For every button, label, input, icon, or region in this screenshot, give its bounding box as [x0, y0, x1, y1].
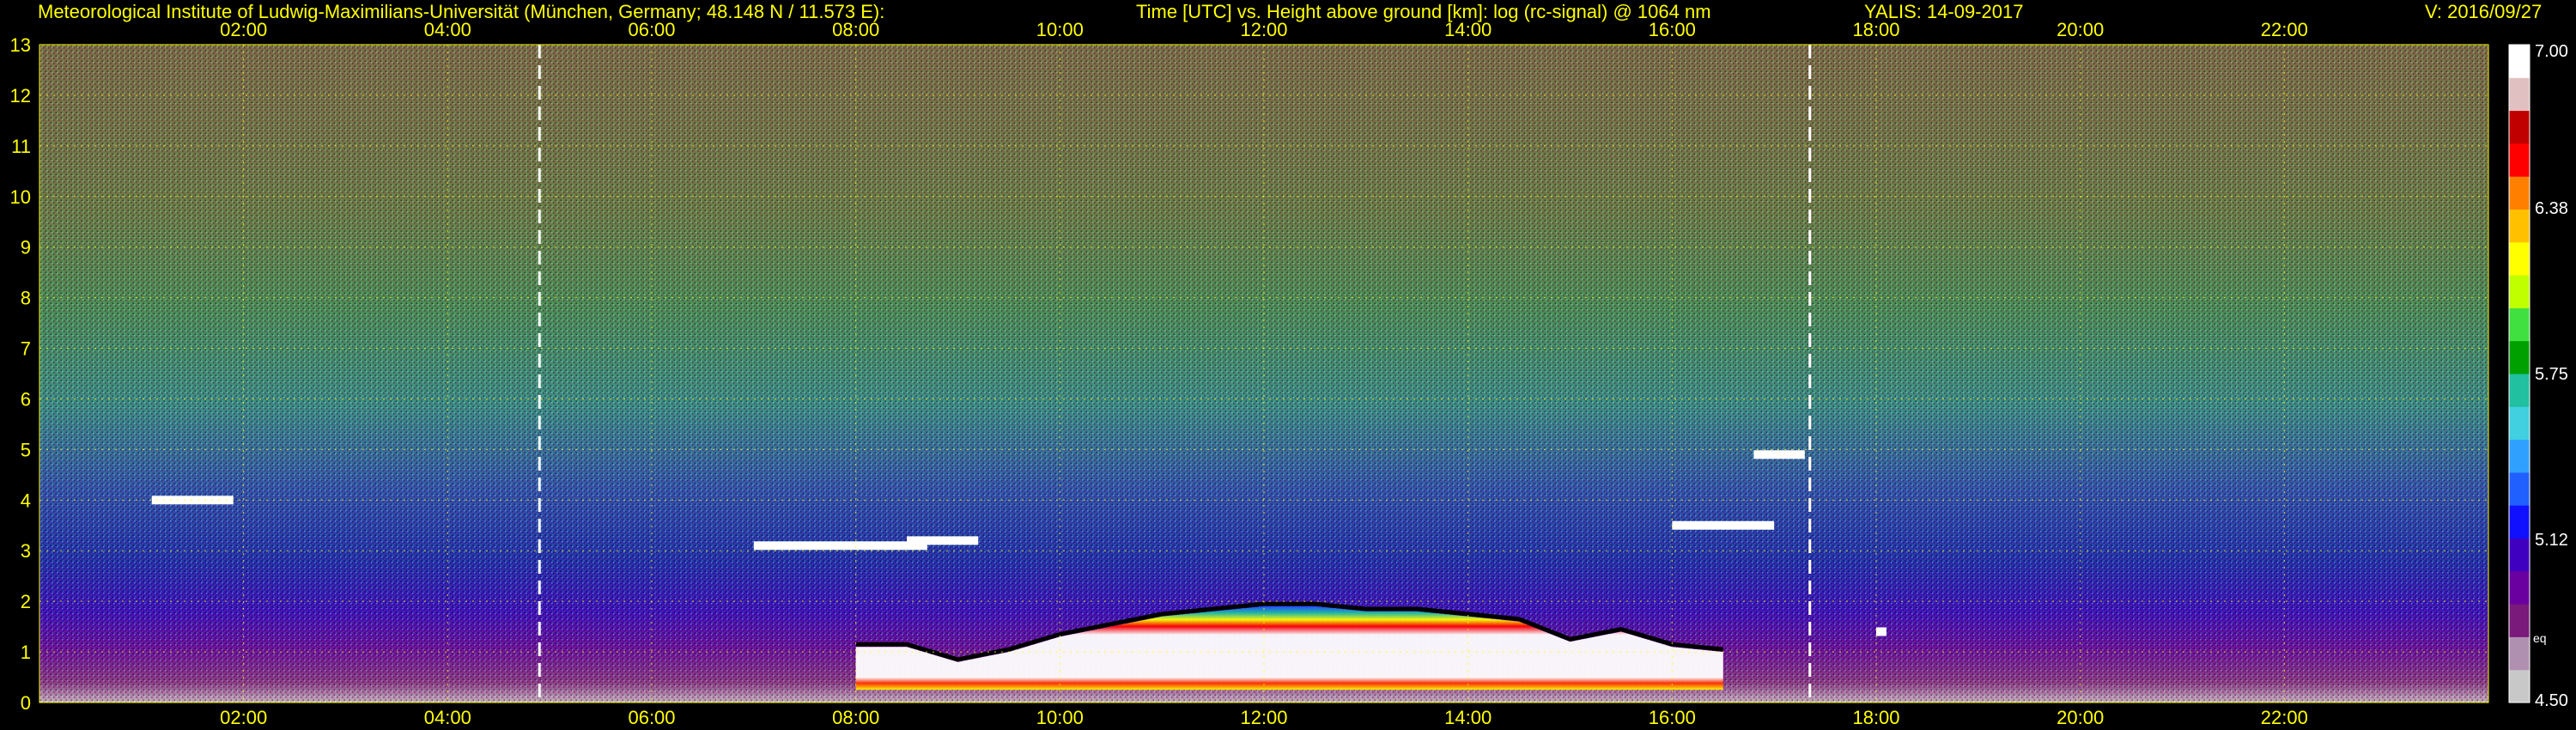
y-tick-label: 7 — [21, 338, 31, 360]
x-tick-label-top: 18:00 — [1852, 19, 1899, 40]
y-tick-label: 5 — [21, 439, 31, 460]
colorbar-segment — [2509, 406, 2530, 441]
colorbar-segment — [2509, 570, 2530, 605]
y-tick-label: 3 — [21, 540, 31, 562]
y-tick-label: 2 — [21, 591, 31, 612]
colorbar-segment — [2509, 77, 2530, 112]
x-tick-label-top: 10:00 — [1036, 19, 1084, 40]
x-tick-label-bottom: 18:00 — [1852, 707, 1899, 728]
y-tick-label: 6 — [21, 388, 31, 410]
x-tick-label-bottom: 12:00 — [1240, 707, 1287, 728]
lidar-heatmap-chart: 02:00 02:00 04:00 04:00 06:00 06:00 08:00 08:00… — [10, 19, 2568, 728]
x-tick-label-bottom: 06:00 — [628, 707, 675, 728]
x-tick-label-bottom: 02:00 — [220, 707, 267, 728]
colorbar-segment — [2509, 340, 2530, 374]
colorbar-segment — [2509, 209, 2530, 243]
colorbar-segment — [2509, 45, 2530, 78]
colorbar-tick-label: 6.38 — [2535, 199, 2568, 218]
colorbar-segment — [2509, 275, 2530, 308]
x-tick-label-bottom: 10:00 — [1036, 707, 1084, 728]
y-tick-label: 0 — [21, 692, 31, 714]
x-tick-label-top: 04:00 — [424, 19, 471, 40]
x-tick-label-top: 02:00 — [220, 19, 267, 40]
x-tick-label-top: 08:00 — [832, 19, 879, 40]
x-tick-label-top: 20:00 — [2057, 19, 2104, 40]
colorbar-segment — [2509, 241, 2530, 276]
y-tick-label: 9 — [21, 237, 31, 259]
y-tick-label: 4 — [21, 490, 31, 511]
colorbar-segment — [2509, 505, 2530, 538]
colorbar-segment — [2509, 307, 2530, 342]
colorbar-unit-label: eq — [2533, 631, 2547, 645]
x-tick-label-bottom: 04:00 — [424, 707, 471, 728]
x-tick-label-bottom: 14:00 — [1444, 707, 1492, 728]
cloud-layer — [907, 536, 979, 545]
colorbar-tick-label: 7.00 — [2535, 42, 2568, 61]
cloud-layer — [753, 541, 927, 551]
y-tick-label: 8 — [21, 288, 31, 309]
x-tick-label-top: 06:00 — [628, 19, 675, 40]
x-tick-label-bottom: 22:00 — [2261, 707, 2308, 728]
colorbar-segment — [2509, 439, 2530, 473]
colorbar-tick-label: 4.50 — [2535, 691, 2568, 710]
y-tick-label: 11 — [11, 136, 31, 157]
x-tick-label-top: 14:00 — [1444, 19, 1492, 40]
x-tick-label-bottom: 16:00 — [1649, 707, 1696, 728]
cloud-layer — [1753, 450, 1805, 459]
y-tick-label: 13 — [10, 34, 31, 56]
colorbar-segment — [2509, 143, 2530, 177]
y-tick-label: 10 — [10, 186, 31, 208]
x-tick-label-bottom: 08:00 — [832, 707, 879, 728]
colorbar-tick-label: 5.75 — [2535, 365, 2568, 384]
colorbar-segment — [2509, 374, 2530, 407]
colorbar-segment — [2509, 636, 2530, 671]
colorbar-segment — [2509, 669, 2530, 703]
x-tick-label-bottom: 20:00 — [2057, 707, 2104, 728]
x-tick-label-top: 22:00 — [2261, 19, 2308, 40]
y-tick-label: 1 — [21, 642, 31, 663]
y-tick-label: 12 — [10, 85, 31, 106]
colorbar-segment — [2509, 604, 2530, 637]
colorbar-segment — [2509, 471, 2530, 506]
colorbar-segment — [2509, 176, 2530, 210]
colorbar-segment — [2509, 538, 2530, 572]
colorbar-tick-label: 5.12 — [2535, 531, 2568, 550]
x-tick-label-top: 16:00 — [1649, 19, 1696, 40]
cloud-layer — [1876, 627, 1886, 636]
colorbar-segment — [2509, 110, 2530, 144]
cloud-layer — [1672, 520, 1775, 530]
x-tick-label-top: 12:00 — [1240, 19, 1287, 40]
